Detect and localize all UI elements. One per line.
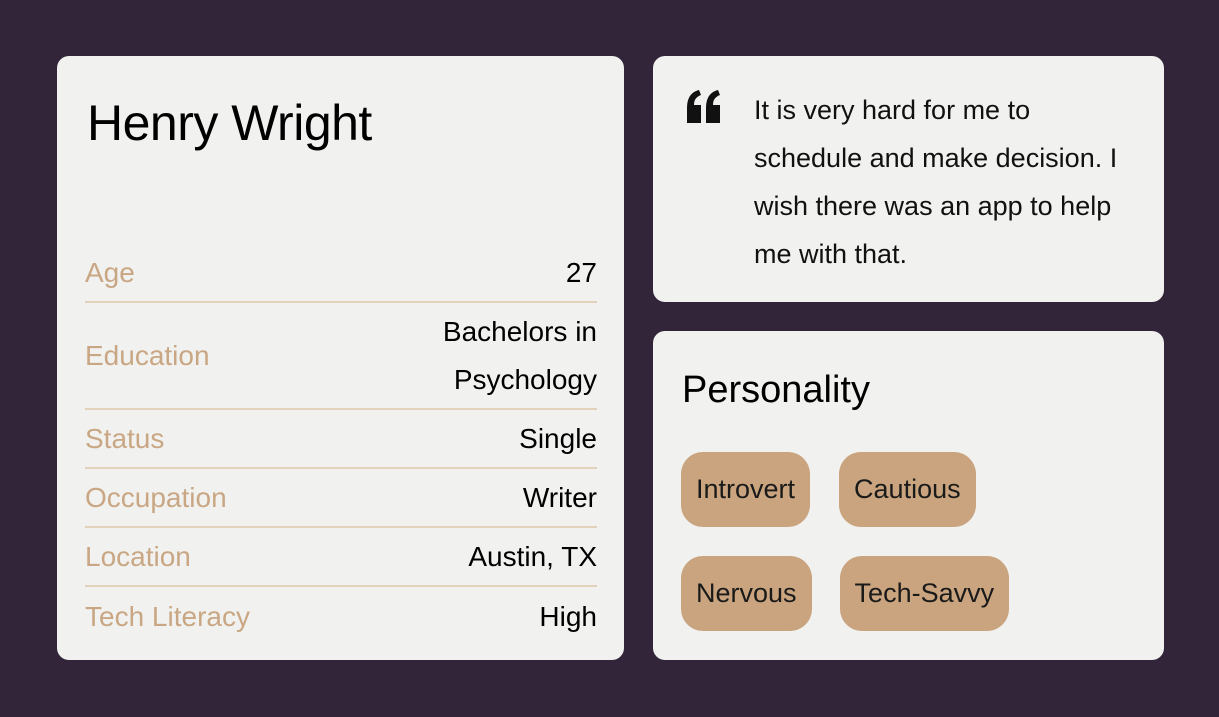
detail-value: High: [539, 600, 597, 632]
detail-row-tech-literacy: Tech Literacy High: [85, 587, 597, 646]
detail-row-location: Location Austin, TX: [85, 528, 597, 587]
detail-label: Education: [85, 339, 210, 371]
profile-card: Henry Wright Age 27 Education Bachelors …: [57, 56, 624, 660]
personality-card: Personality Introvert Cautious Nervous T…: [653, 331, 1164, 660]
detail-row-age: Age 27: [85, 244, 597, 303]
detail-value: Writer: [522, 481, 597, 513]
persona-details: Age 27 Education Bachelors in Psychology…: [85, 244, 597, 646]
detail-row-occupation: Occupation Writer: [85, 469, 597, 528]
detail-row-status: Status Single: [85, 410, 597, 469]
detail-row-education: Education Bachelors in Psychology: [85, 303, 597, 410]
trait-tag-tech-savvy: Tech-Savvy: [839, 556, 1010, 631]
detail-value: Single: [519, 422, 597, 454]
tag-row: Nervous Tech-Savvy: [681, 556, 1121, 631]
personality-title: Personality: [682, 369, 870, 411]
detail-value: 27: [565, 256, 597, 288]
persona-name: Henry Wright: [87, 95, 372, 151]
tag-row: Introvert Cautious: [681, 452, 1121, 527]
detail-label: Tech Literacy: [85, 600, 250, 632]
trait-tag-nervous: Nervous: [681, 556, 812, 631]
detail-label: Location: [85, 540, 191, 572]
trait-tag-cautious: Cautious: [839, 452, 976, 527]
trait-tag-introvert: Introvert: [681, 452, 811, 527]
detail-value: Bachelors in Psychology: [442, 315, 597, 395]
detail-value: Austin, TX: [468, 540, 597, 572]
quote-text: It is very hard for me to schedule and m…: [754, 95, 1118, 269]
detail-label: Occupation: [85, 481, 227, 513]
personality-tags: Introvert Cautious Nervous Tech-Savvy: [681, 452, 1121, 660]
detail-label: Age: [85, 256, 135, 288]
quote-card: It is very hard for me to schedule and m…: [653, 56, 1164, 302]
detail-label: Status: [85, 422, 165, 454]
quote-icon: [684, 88, 724, 128]
